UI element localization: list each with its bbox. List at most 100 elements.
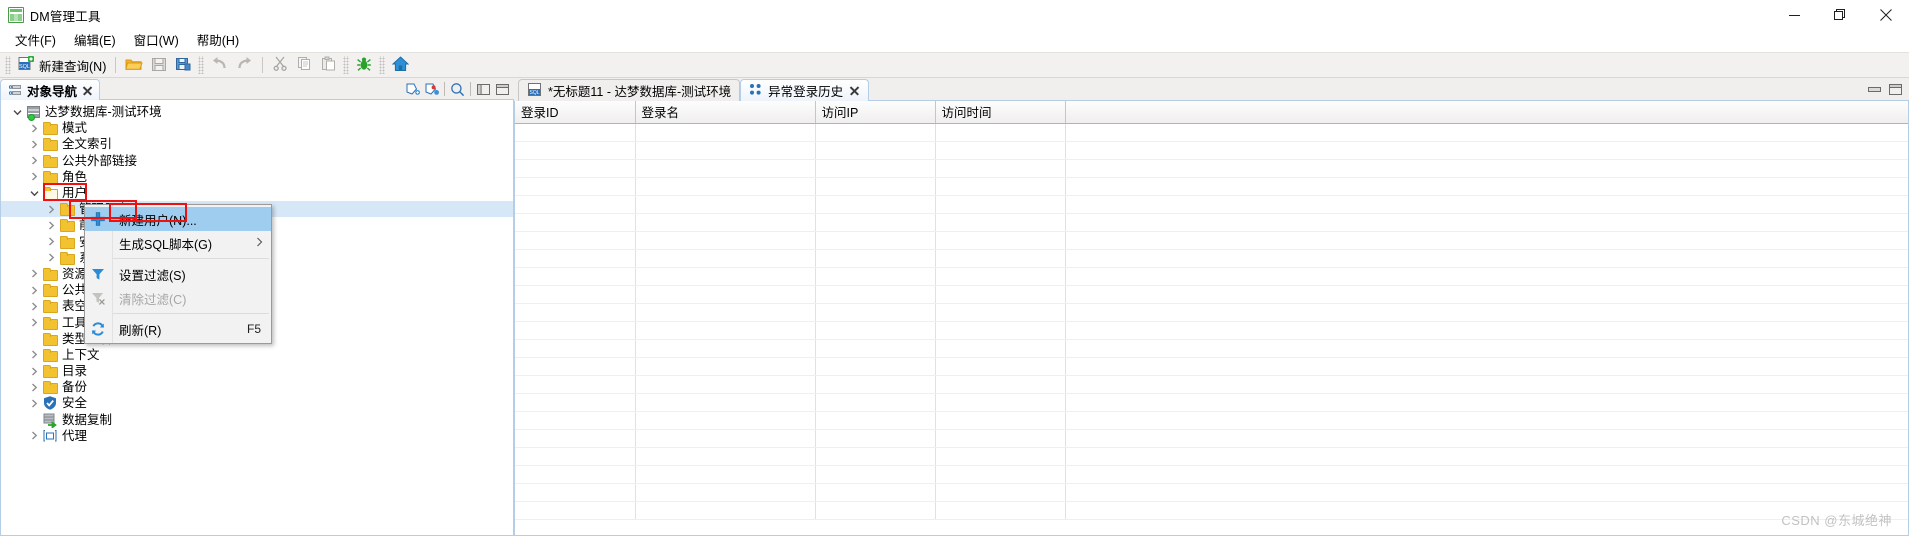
tree-twisty-expanded[interactable] bbox=[9, 104, 25, 120]
table-cell[interactable] bbox=[515, 159, 636, 178]
table-cell[interactable] bbox=[815, 123, 936, 142]
table-cell[interactable] bbox=[935, 447, 1066, 466]
tree-twisty-collapsed[interactable] bbox=[26, 379, 42, 395]
minimize-view-icon[interactable] bbox=[474, 80, 493, 98]
table-cell[interactable] bbox=[815, 483, 936, 502]
table-cell[interactable] bbox=[935, 303, 1066, 322]
menu-help[interactable]: 帮助(H) bbox=[188, 31, 248, 51]
table-cell[interactable] bbox=[635, 375, 816, 394]
table-cell[interactable] bbox=[515, 393, 636, 412]
tree-node-0[interactable]: 达梦数据库-测试环境 bbox=[1, 104, 513, 122]
table-cell[interactable] bbox=[515, 465, 636, 484]
tab-login-history[interactable]: 异常登录历史 bbox=[740, 79, 870, 101]
table-cell[interactable] bbox=[635, 177, 816, 196]
table-cell[interactable] bbox=[635, 357, 816, 376]
tree-twisty-collapsed[interactable] bbox=[43, 250, 59, 266]
tree-twisty-collapsed[interactable] bbox=[26, 363, 42, 379]
table-cell[interactable] bbox=[815, 339, 936, 358]
table-cell[interactable] bbox=[1065, 375, 1908, 394]
table-row[interactable] bbox=[515, 285, 1908, 304]
table-cell[interactable] bbox=[635, 321, 816, 340]
tree-node-5[interactable]: 用户 bbox=[1, 185, 513, 201]
minimize-button[interactable] bbox=[1771, 0, 1817, 30]
table-row[interactable] bbox=[515, 195, 1908, 214]
table-cell[interactable] bbox=[515, 195, 636, 214]
tab-sql-editor[interactable]: SQL *无标题11 - 达梦数据库-测试环境 bbox=[518, 79, 741, 101]
tree-twisty-collapsed[interactable] bbox=[43, 234, 59, 250]
table-row[interactable] bbox=[515, 249, 1908, 268]
toolbar-grip-4[interactable] bbox=[379, 56, 386, 74]
table-cell[interactable] bbox=[1065, 429, 1908, 448]
column-header-login-name[interactable]: 登录名 bbox=[635, 101, 816, 124]
table-cell[interactable] bbox=[815, 177, 936, 196]
table-cell[interactable] bbox=[515, 411, 636, 430]
table-cell[interactable] bbox=[515, 231, 636, 250]
copy-button[interactable] bbox=[292, 54, 316, 76]
table-cell[interactable] bbox=[635, 285, 816, 304]
table-cell[interactable] bbox=[815, 357, 936, 376]
save-as-button[interactable] bbox=[171, 54, 195, 76]
maximize-restore-button[interactable] bbox=[1817, 0, 1863, 30]
table-cell[interactable] bbox=[815, 393, 936, 412]
table-cell[interactable] bbox=[1065, 177, 1908, 196]
table-cell[interactable] bbox=[935, 483, 1066, 502]
table-cell[interactable] bbox=[515, 141, 636, 160]
table-cell[interactable] bbox=[815, 141, 936, 160]
tree-twisty-expanded[interactable] bbox=[26, 185, 42, 201]
tree-twisty-collapsed[interactable] bbox=[43, 217, 59, 233]
table-cell[interactable] bbox=[935, 411, 1066, 430]
connect-icon[interactable] bbox=[403, 80, 422, 98]
close-icon[interactable] bbox=[849, 85, 860, 96]
table-row[interactable] bbox=[515, 501, 1908, 520]
table-cell[interactable] bbox=[935, 267, 1066, 286]
table-cell[interactable] bbox=[515, 321, 636, 340]
table-cell[interactable] bbox=[635, 501, 816, 520]
tree-twisty-collapsed[interactable] bbox=[26, 395, 42, 411]
tree-node-17[interactable]: 备份 bbox=[1, 379, 513, 395]
open-button[interactable] bbox=[121, 54, 147, 76]
table-cell[interactable] bbox=[1065, 447, 1908, 466]
table-cell[interactable] bbox=[815, 429, 936, 448]
table-cell[interactable] bbox=[635, 339, 816, 358]
table-cell[interactable] bbox=[935, 195, 1066, 214]
debug-button[interactable] bbox=[352, 54, 376, 76]
toolbar-grip-2[interactable] bbox=[198, 56, 205, 74]
tree-twisty-collapsed[interactable] bbox=[26, 347, 42, 363]
table-cell[interactable] bbox=[1065, 357, 1908, 376]
table-cell[interactable] bbox=[1065, 141, 1908, 160]
table-row[interactable] bbox=[515, 159, 1908, 178]
table-row[interactable] bbox=[515, 447, 1908, 466]
table-row[interactable] bbox=[515, 357, 1908, 376]
minimize-editor-icon[interactable] bbox=[1865, 81, 1884, 99]
table-cell[interactable] bbox=[1065, 465, 1908, 484]
menu-item-set-filter[interactable]: 设置过滤(S) bbox=[85, 262, 271, 286]
table-cell[interactable] bbox=[515, 249, 636, 268]
table-cell[interactable] bbox=[815, 267, 936, 286]
table-cell[interactable] bbox=[635, 267, 816, 286]
table-row[interactable] bbox=[515, 375, 1908, 394]
table-row[interactable] bbox=[515, 465, 1908, 484]
table-cell[interactable] bbox=[1065, 285, 1908, 304]
tree-node-20[interactable]: 代理 bbox=[1, 428, 513, 444]
tree-twisty-collapsed[interactable] bbox=[26, 266, 42, 282]
table-cell[interactable] bbox=[635, 249, 816, 268]
menu-item-new-user[interactable]: 新建用户(N)... bbox=[85, 207, 271, 231]
table-cell[interactable] bbox=[635, 123, 816, 142]
table-cell[interactable] bbox=[1065, 213, 1908, 232]
tree-twisty-collapsed[interactable] bbox=[26, 169, 42, 185]
search-icon[interactable] bbox=[448, 80, 467, 98]
table-cell[interactable] bbox=[1065, 159, 1908, 178]
tree-node-4[interactable]: 角色 bbox=[1, 169, 513, 185]
table-cell[interactable] bbox=[635, 483, 816, 502]
table-cell[interactable] bbox=[935, 357, 1066, 376]
table-cell[interactable] bbox=[515, 447, 636, 466]
tree-node-1[interactable]: 模式 bbox=[1, 120, 513, 136]
table-cell[interactable] bbox=[935, 123, 1066, 142]
menu-file[interactable]: 文件(F) bbox=[6, 31, 65, 51]
table-row[interactable] bbox=[515, 267, 1908, 286]
table-cell[interactable] bbox=[1065, 123, 1908, 142]
table-cell[interactable] bbox=[815, 501, 936, 520]
table-cell[interactable] bbox=[815, 159, 936, 178]
table-cell[interactable] bbox=[935, 393, 1066, 412]
table-cell[interactable] bbox=[935, 285, 1066, 304]
